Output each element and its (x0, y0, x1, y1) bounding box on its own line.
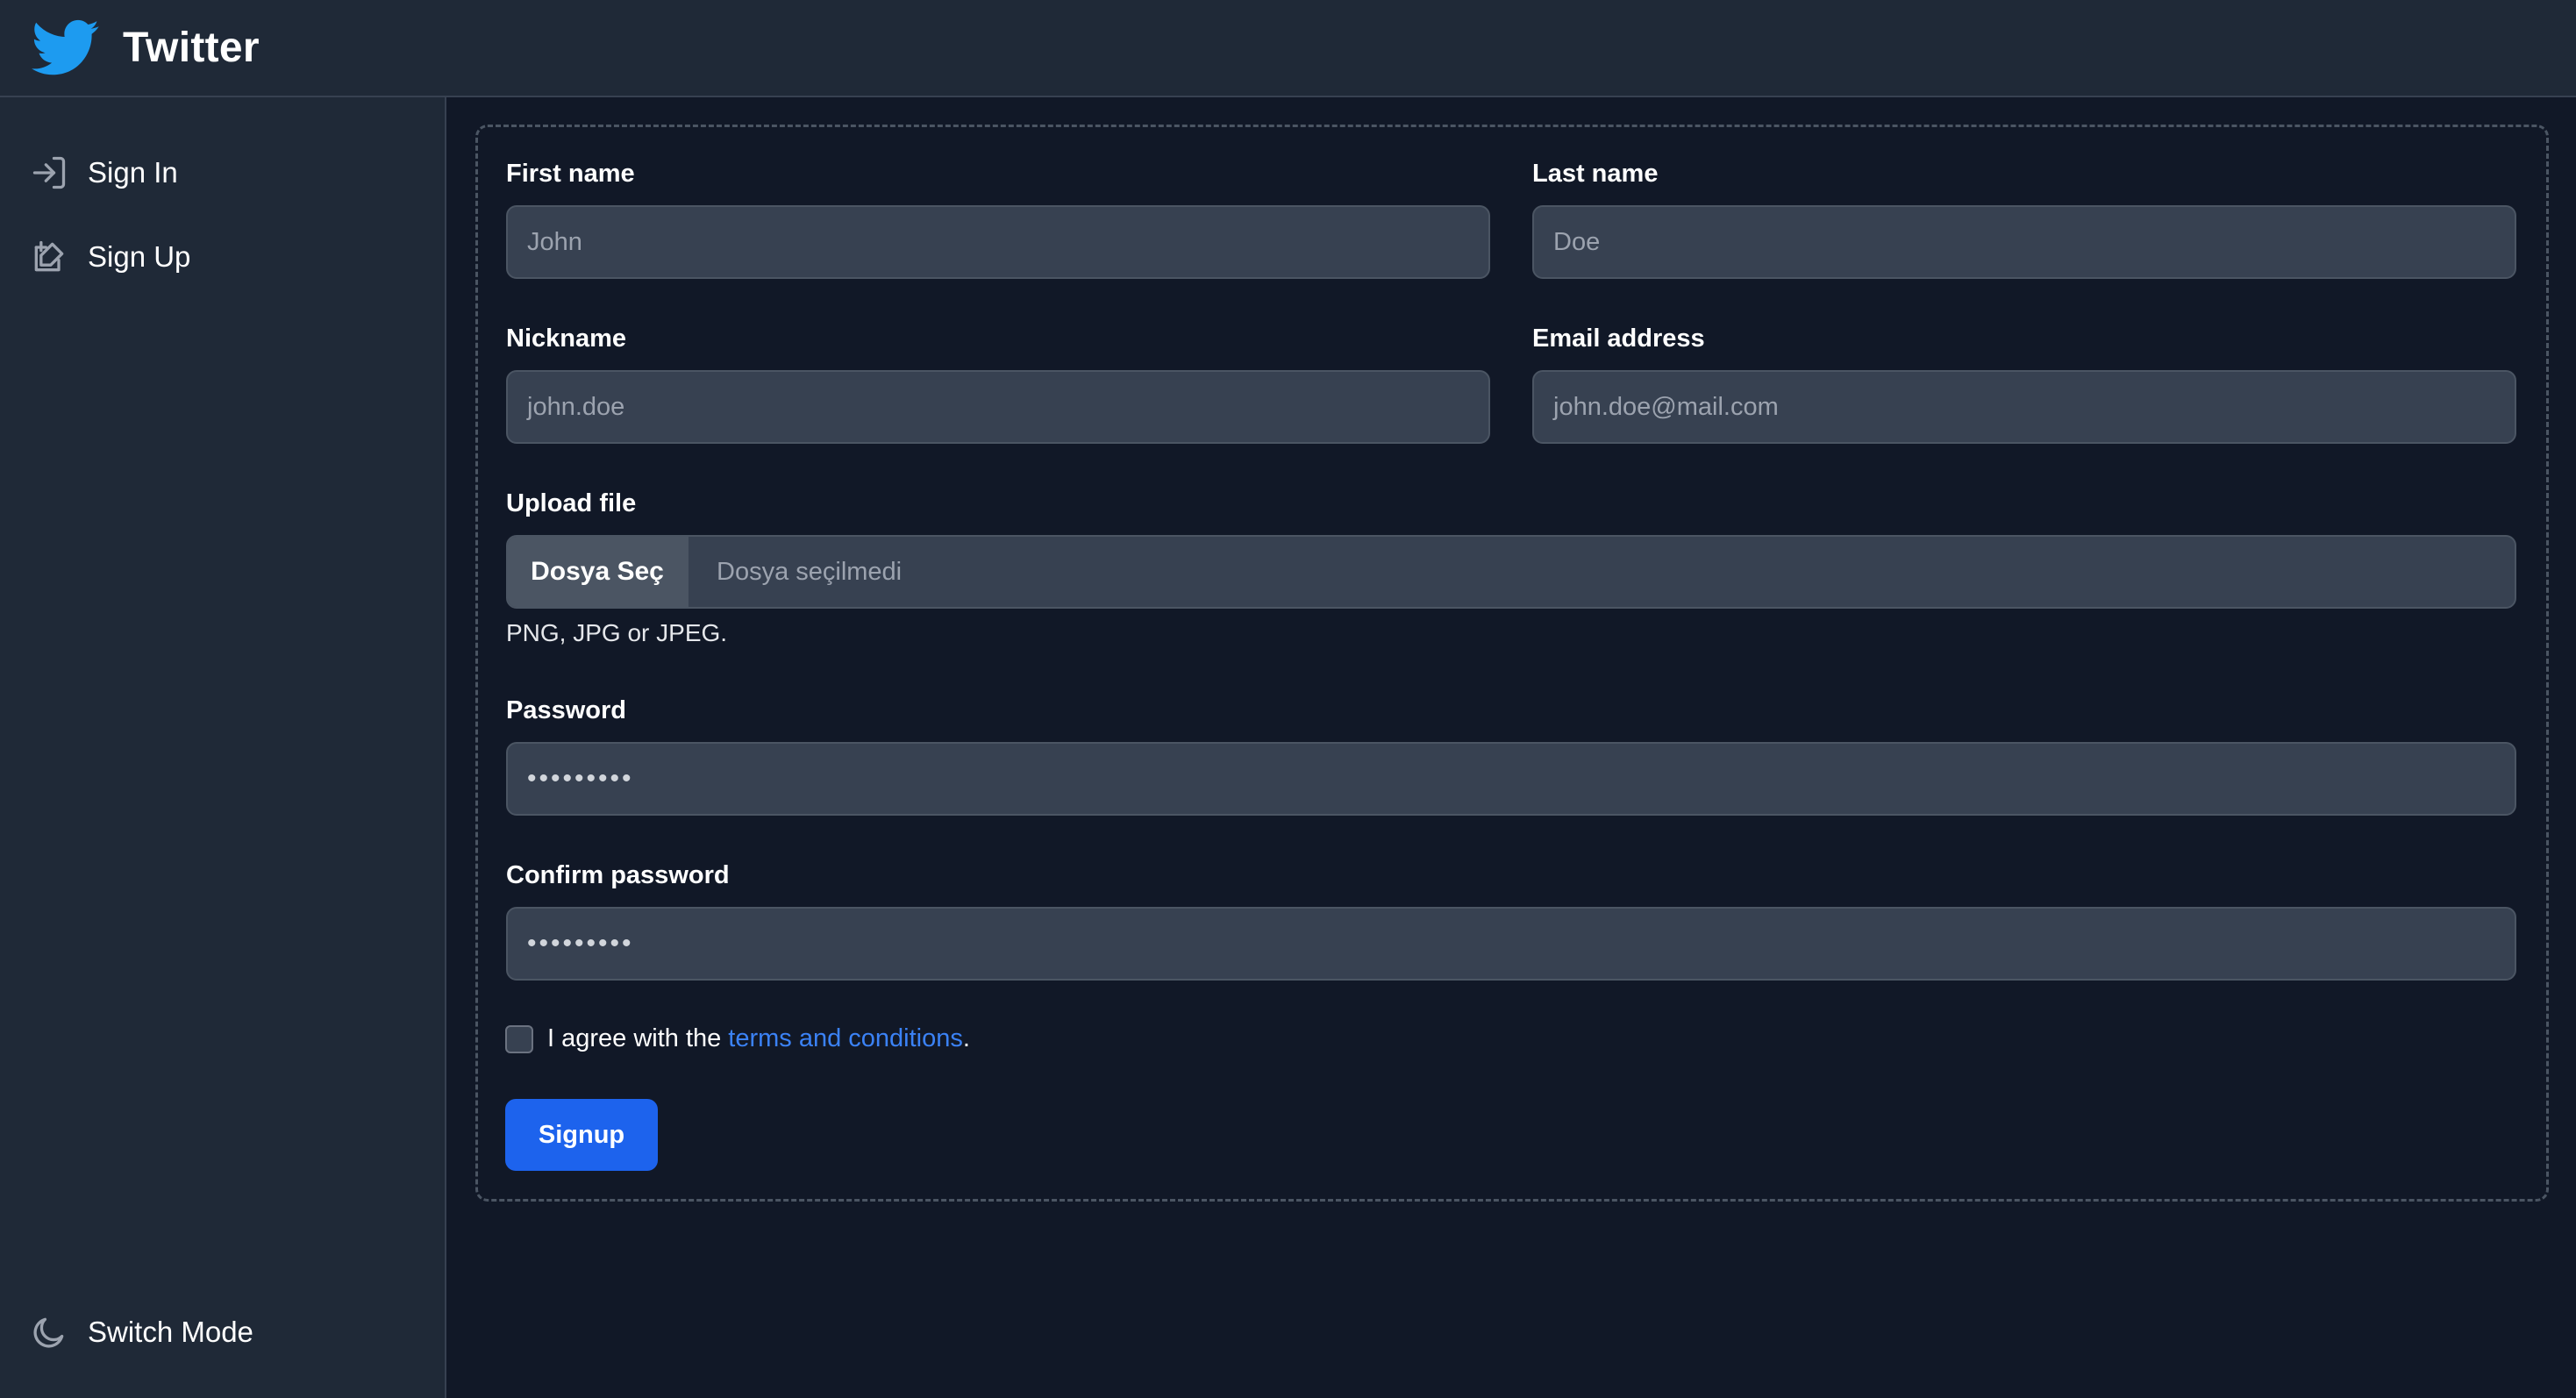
sidebar-item-sign-up[interactable]: Sign Up (30, 238, 190, 276)
twitter-bird-icon[interactable] (32, 19, 100, 77)
choose-file-button[interactable]: Dosya Seç (508, 537, 689, 607)
agree-suffix: . (962, 1024, 970, 1052)
upload-hint: PNG, JPG or JPEG. (506, 619, 728, 646)
file-upload-field[interactable]: Dosya Seç Dosya seçilmedi (506, 535, 2516, 609)
top-bar: Twitter (0, 0, 2576, 97)
last-name-field[interactable]: Doe (1532, 205, 2516, 279)
moon-icon (33, 1317, 64, 1348)
nickname-field[interactable]: john.doe (506, 370, 1490, 444)
sidebar-item-sign-in[interactable]: Sign In (30, 153, 178, 192)
sidebar: Sign In Sign Up Switch Mode (0, 97, 446, 1398)
file-status-text: Dosya seçilmedi (717, 557, 903, 586)
password-label: Password (506, 696, 626, 724)
terms-link[interactable]: terms and conditions (728, 1024, 963, 1053)
switch-mode-label: Switch Mode (88, 1316, 253, 1348)
app-title: Twitter (123, 25, 260, 71)
first-name-label: First name (506, 160, 635, 188)
sign-in-icon (32, 156, 66, 189)
sidebar-item-label: Sign Up (88, 240, 191, 273)
switch-mode-button[interactable]: Switch Mode (30, 1313, 253, 1352)
password-field[interactable]: ••••••••• (506, 742, 2516, 816)
confirm-password-label: Confirm password (506, 861, 730, 889)
sidebar-item-label: Sign In (88, 156, 178, 189)
first-name-field[interactable]: John (506, 205, 1490, 279)
email-field[interactable]: john.doe@mail.com (1532, 370, 2516, 444)
nickname-label: Nickname (506, 325, 627, 353)
terms-agreement: I agree with the terms and conditions . (505, 1024, 970, 1053)
email-label: Email address (1532, 325, 1705, 353)
agree-text: I agree with the (547, 1024, 722, 1052)
upload-label: Upload file (506, 489, 637, 517)
confirm-password-field[interactable]: ••••••••• (506, 907, 2516, 981)
last-name-label: Last name (1532, 160, 1659, 188)
signup-button[interactable]: Signup (505, 1099, 658, 1171)
terms-checkbox[interactable] (505, 1024, 533, 1053)
sign-up-icon (34, 240, 64, 272)
